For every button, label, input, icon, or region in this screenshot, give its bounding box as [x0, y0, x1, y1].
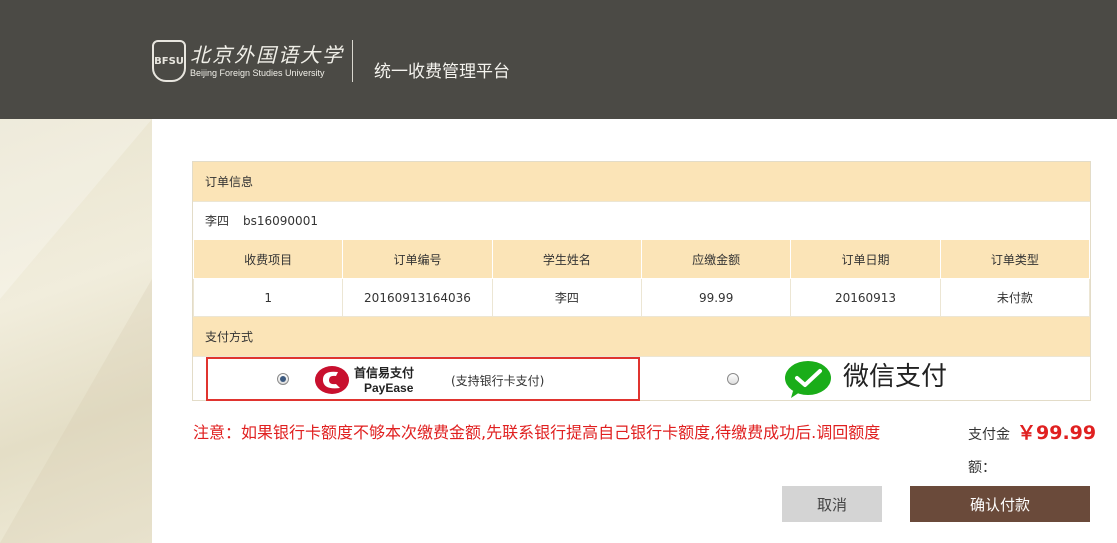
amount-value: ￥99.99: [1017, 422, 1097, 444]
col-header-order-type: 订单类型: [939, 239, 1091, 279]
orders-table: 收费项目 订单编号 学生姓名 应缴金额 订单日期 订单类型 1 20160913…: [192, 239, 1091, 317]
student-name: 李四: [205, 214, 230, 228]
platform-title: 统一收费管理平台: [374, 62, 510, 82]
cell-amount-due: 99.99: [640, 278, 792, 317]
cell-fee-item: 1: [192, 278, 344, 317]
university-logo: BFSU 北京外国语大学 Beijing Foreign Studies Uni…: [152, 38, 344, 84]
wechat-radio[interactable]: [727, 373, 739, 385]
cell-order-type: 未付款: [939, 278, 1091, 317]
bank-limit-notice: 注意：如果银行卡额度不够本次缴费金额,先联系银行提高自己银行卡额度,待缴费成功后…: [193, 423, 881, 442]
col-header-student-name: 学生姓名: [491, 239, 642, 279]
logo-english-name: Beijing Foreign Studies University: [190, 68, 325, 78]
payease-option[interactable]: 首信易支付 PayEase (支持银行卡支付): [206, 357, 640, 401]
amount-label-continued: 额：: [968, 460, 996, 476]
student-id: bs16090001: [243, 213, 318, 228]
page-header: BFSU 北京外国语大学 Beijing Foreign Studies Uni…: [0, 0, 1117, 119]
table-row: 1 20160913164036 李四 99.99 20160913 未付款: [192, 278, 1091, 317]
payment-method-header: 支付方式: [193, 317, 1090, 356]
wechat-pay-icon[interactable]: [784, 359, 834, 399]
header-divider: [352, 40, 353, 82]
col-header-order-number: 订单编号: [342, 239, 493, 279]
cell-student-name: 李四: [491, 278, 642, 317]
cancel-button[interactable]: 取消: [782, 486, 882, 522]
svg-text:PayEase: PayEase: [364, 381, 414, 395]
payease-note: (支持银行卡支付): [451, 374, 545, 388]
payease-radio[interactable]: [277, 373, 289, 385]
wechat-pay-label[interactable]: 微信支付: [843, 360, 947, 394]
order-info-row: 李四 bs16090001: [193, 201, 1090, 239]
col-header-order-date: 订单日期: [790, 239, 941, 279]
main-content: 订单信息 李四 bs16090001 收费项目 订单编号 学生姓名 应缴金额 订…: [152, 119, 1117, 543]
table-header-row: 收费项目 订单编号 学生姓名 应缴金额 订单日期 订单类型: [192, 239, 1091, 279]
col-header-amount-due: 应缴金额: [640, 239, 792, 279]
cell-order-number: 20160913164036: [342, 278, 493, 317]
amount-label: 支付金: [968, 427, 1010, 443]
svg-text:首信易支付: 首信易支付: [354, 365, 414, 380]
order-panel: 订单信息 李四 bs16090001 收费项目 订单编号 学生姓名 应缴金额 订…: [192, 161, 1091, 401]
logo-chinese-name: 北京外国语大学: [190, 43, 344, 67]
university-seal-icon: BFSU: [152, 40, 186, 82]
confirm-payment-button[interactable]: 确认付款: [910, 486, 1090, 522]
payease-logo-icon: 首信易支付 PayEase: [315, 365, 414, 395]
col-header-fee-item: 收费项目: [192, 239, 344, 279]
decorative-background: [0, 119, 152, 543]
cell-order-date: 20160913: [790, 278, 941, 317]
payment-options-row: 首信易支付 PayEase (支持银行卡支付) 微信支付: [193, 356, 1090, 401]
order-info-header: 订单信息: [193, 162, 1090, 201]
